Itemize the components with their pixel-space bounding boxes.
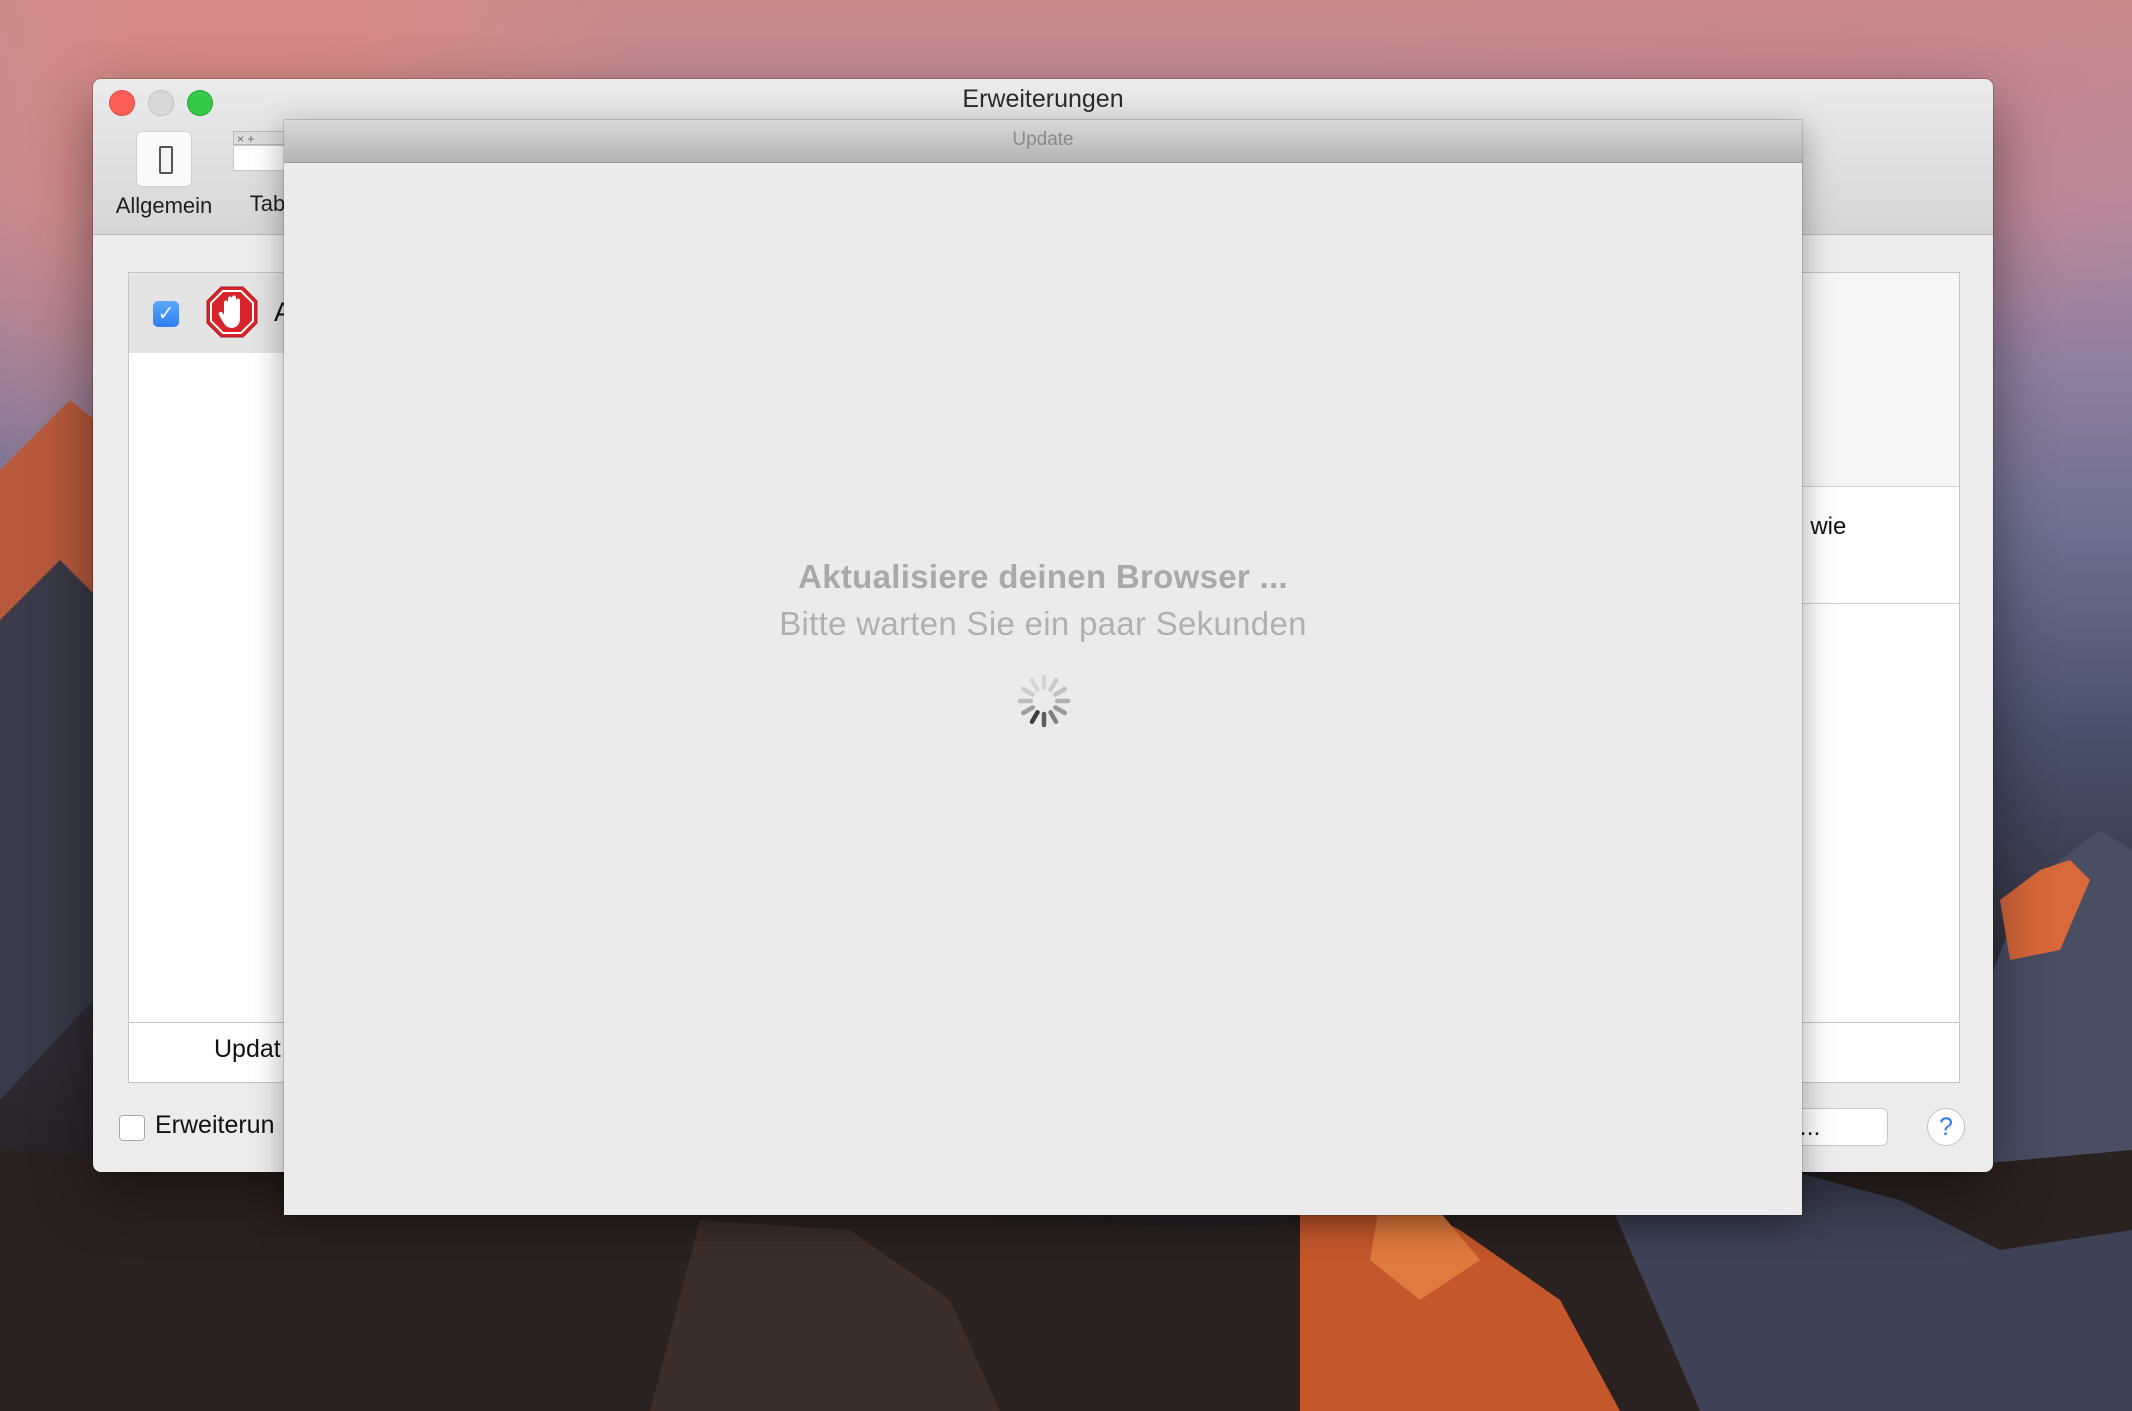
update-message-title: Aktualisiere deinen Browser ... xyxy=(798,558,1288,595)
extensions-checkbox-label: Erweiterun xyxy=(155,1111,275,1139)
help-button[interactable]: ? xyxy=(1927,1108,1965,1146)
detail-description: , wie xyxy=(1797,513,1847,540)
loading-spinner-icon xyxy=(1017,674,1071,728)
update-dialog-title: Update xyxy=(1012,129,1074,150)
adblock-hand-icon xyxy=(206,286,258,338)
toolbar-item-general[interactable]: Allgemein xyxy=(103,131,225,219)
update-dialog: Update Aktualisiere deinen Browser ... B… xyxy=(284,120,1802,1215)
extensions-gallery-checkbox[interactable] xyxy=(119,1115,145,1141)
update-dialog-titlebar: Update xyxy=(284,120,1802,163)
toolbar-item-label: Allgemein xyxy=(115,193,213,218)
update-message-subtitle: Bitte warten Sie ein paar Sekunden xyxy=(779,605,1307,642)
window-title: Erweiterungen xyxy=(962,85,1124,113)
updates-button[interactable]: Updat xyxy=(214,1035,281,1064)
switch-icon xyxy=(136,131,192,187)
extension-enabled-checkbox[interactable]: ✓ xyxy=(153,301,179,327)
